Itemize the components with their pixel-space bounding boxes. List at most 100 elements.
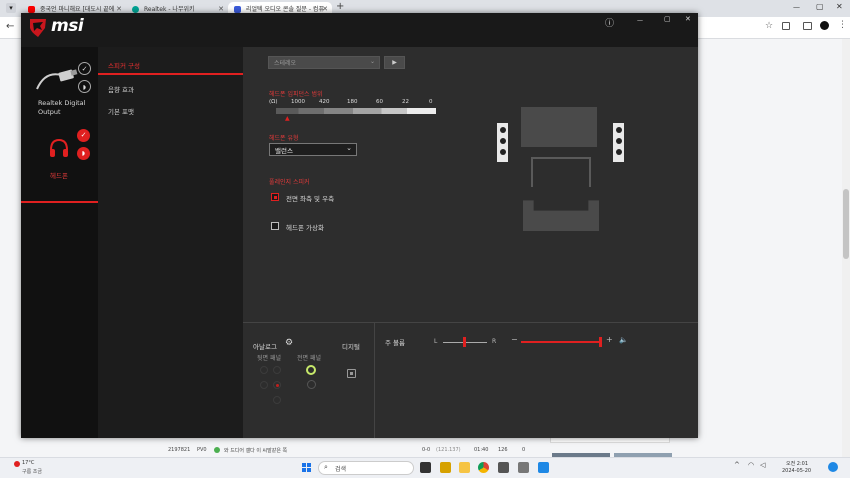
bottom-divider: [243, 322, 698, 323]
checkbox-headphone-virtualization[interactable]: 헤드폰 가상화: [271, 221, 381, 232]
post-title[interactable]: 와 드디어 갤다 이 씨발같은 쪽: [224, 447, 287, 454]
post-time: 01:40: [474, 447, 489, 453]
checkbox-label: 헤드폰 가상화: [286, 224, 324, 232]
window-close-button[interactable]: ✕: [836, 2, 843, 11]
chrome-icon[interactable]: [478, 462, 489, 473]
volume-up-button[interactable]: +: [606, 335, 613, 344]
msi-logo-text: msi: [51, 16, 84, 36]
window-minimize-button[interactable]: —: [793, 3, 800, 11]
notification-icon[interactable]: [828, 462, 838, 472]
start-button[interactable]: [302, 463, 312, 473]
checkbox-front-lr[interactable]: 전면 좌측 및 우측: [271, 192, 381, 203]
back-button[interactable]: ←: [6, 21, 14, 32]
settings-nav: 스피커 구성 음향 효과 기본 포맷: [98, 47, 243, 438]
volume-thumb[interactable]: [599, 337, 602, 347]
checkbox-checked[interactable]: [271, 193, 279, 201]
scale-tick: 1000: [291, 99, 305, 105]
post-views: 126: [498, 447, 508, 453]
nav-sound-effects[interactable]: 음향 효과: [108, 84, 134, 94]
clock-time[interactable]: 오전 2:01: [786, 460, 808, 467]
digital-label: 디지털: [342, 343, 360, 351]
back-jack-icon[interactable]: [273, 396, 281, 404]
extension-icon[interactable]: [782, 22, 790, 30]
speaker-mute-icon[interactable]: 🔈: [619, 336, 628, 344]
info-icon[interactable]: ⓘ: [605, 16, 614, 29]
speaker-config-select[interactable]: 스테레오 ⌄: [268, 56, 380, 69]
device-headphone[interactable]: ✓ ◗ 헤드폰: [21, 127, 98, 203]
site-favicon-icon: [234, 6, 241, 13]
back-panel-label: 뒷면 패널: [257, 355, 281, 362]
select-value: 밸런스: [275, 147, 293, 155]
post-row[interactable]: 2197821 PV0 와 드디어 갤다 이 씨발같은 쪽 0-0 (121.1…: [160, 445, 540, 456]
window-maximize-button[interactable]: ▢: [816, 2, 824, 11]
front-mic-jack-icon[interactable]: [307, 380, 316, 389]
impedance-gradient-bar[interactable]: [276, 108, 436, 114]
speaker-config-panel: 스테레오 ⌄ ▶ 헤드폰 임피던스 범위 (Ω) 1000 420 180 60…: [243, 47, 698, 438]
tab-search-icon[interactable]: ▾: [6, 3, 16, 13]
widgets-icon[interactable]: [440, 462, 451, 473]
volume-down-button[interactable]: −: [511, 335, 518, 344]
impedance-marker-icon[interactable]: ▲: [285, 115, 290, 122]
main-volume-label: 주 볼륨: [385, 339, 406, 347]
optical-cable-icon: [36, 69, 78, 90]
device-realtek-digital-output[interactable]: ✓ ◗ Realtek Digital Output: [21, 55, 98, 121]
tray-chevron-icon[interactable]: ^: [734, 461, 740, 469]
device-default-check-icon: ✓: [78, 62, 91, 75]
app-maximize-button[interactable]: ▢: [664, 15, 671, 23]
back-jack-active-icon[interactable]: [273, 381, 281, 389]
nav-default-format[interactable]: 기본 포맷: [108, 106, 134, 116]
table-outline: [531, 157, 591, 187]
speaker-tray-icon[interactable]: ◁: [760, 461, 765, 469]
headphone-type-select[interactable]: 밸런스 ⌄: [269, 143, 357, 156]
app-header: msi ⓘ — ▢ ✕: [21, 13, 698, 47]
weather-temp[interactable]: 17°C: [22, 460, 34, 466]
taskbar-search-box[interactable]: ⌕ 검색: [318, 461, 414, 475]
scale-tick: 60: [376, 99, 383, 105]
speaker-room-illustration: [493, 97, 643, 237]
device-label: 헤드폰: [50, 172, 68, 180]
back-jack-icon[interactable]: [273, 366, 281, 374]
store-icon[interactable]: [498, 462, 509, 473]
balance-slider[interactable]: [443, 337, 487, 347]
tab-label: 중국언 마니해요 [대도시 끝에: [40, 6, 115, 13]
app-minimize-button[interactable]: —: [637, 17, 643, 24]
analog-settings-gear-icon[interactable]: ⚙: [285, 338, 293, 348]
scale-tick: 22: [402, 99, 409, 105]
headphone-icon: [50, 138, 68, 157]
left-speaker-icon[interactable]: [497, 123, 508, 162]
volume-fill: [521, 341, 601, 343]
back-jack-icon[interactable]: [260, 381, 268, 389]
back-jack-icon[interactable]: [260, 366, 268, 374]
task-view-icon[interactable]: [420, 462, 431, 473]
test-play-button[interactable]: ▶: [384, 56, 405, 69]
weather-icon[interactable]: [14, 461, 20, 467]
new-tab-button[interactable]: +: [336, 1, 344, 12]
profile-icon[interactable]: [820, 21, 829, 30]
tab-label: Realtek - 나무위키: [144, 6, 195, 13]
front-headphone-jack-icon[interactable]: [306, 365, 316, 375]
balance-thumb[interactable]: [463, 337, 466, 347]
scrollbar-thumb[interactable]: [843, 189, 849, 259]
digital-output-icon[interactable]: [347, 369, 356, 378]
star-icon[interactable]: ☆: [765, 21, 773, 31]
search-icon: ⌕: [324, 463, 328, 471]
app-close-button[interactable]: ✕: [685, 15, 691, 23]
device-list: ✓ ◗ Realtek Digital Output ✓ ◗ 헤드폰: [21, 47, 98, 438]
sidepanel-icon[interactable]: [803, 22, 812, 30]
youtube-favicon-icon: [28, 6, 35, 13]
impedance-title: 헤드폰 임피던스 범위: [269, 91, 323, 98]
front-panel-label: 전면 패널: [297, 355, 321, 362]
app-icon[interactable]: [518, 462, 529, 473]
menu-icon[interactable]: ⋮: [838, 20, 847, 30]
file-explorer-icon[interactable]: [459, 462, 470, 473]
analog-label: 아날로그: [253, 343, 277, 351]
app-icon[interactable]: [538, 462, 549, 473]
checkbox-unchecked[interactable]: [271, 222, 279, 230]
nav-speaker-config[interactable]: 스피커 구성: [108, 60, 140, 70]
msi-dragon-logo-icon: [30, 19, 46, 37]
windows-taskbar: 17°C 구름 조금 ⌕ 검색 ^ ◠ ◁ 오전 2:01 2024-05-20: [0, 457, 850, 478]
right-speaker-icon[interactable]: [613, 123, 624, 162]
volume-slider[interactable]: [521, 337, 603, 347]
wifi-icon[interactable]: ◠: [748, 461, 754, 469]
page-scrollbar[interactable]: [842, 39, 850, 457]
